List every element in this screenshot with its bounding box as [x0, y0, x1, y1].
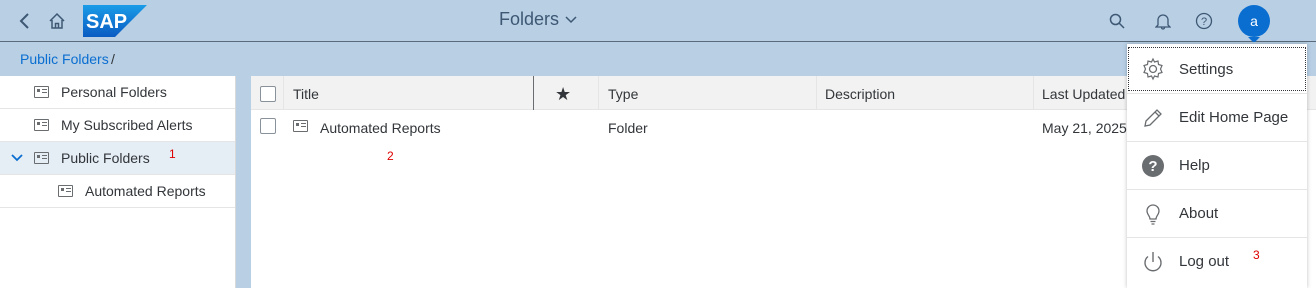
bell-icon	[1155, 14, 1171, 30]
user-avatar[interactable]: a	[1238, 5, 1270, 37]
search-button[interactable]	[1102, 6, 1132, 36]
folder-icon	[34, 152, 49, 164]
avatar-initial: a	[1250, 13, 1258, 29]
folder-icon	[58, 185, 73, 197]
breadcrumb: Public Folders /	[0, 42, 1316, 76]
annotation-2: 2	[387, 149, 394, 163]
svg-text:?: ?	[1201, 16, 1207, 28]
annotation-3: 3	[1253, 248, 1260, 262]
search-icon	[1109, 13, 1125, 29]
folder-icon	[293, 120, 308, 132]
breadcrumb-separator: /	[111, 51, 115, 67]
menu-item-label: Help	[1179, 157, 1210, 174]
tree-item-label: My Subscribed Alerts	[61, 117, 193, 133]
select-all-checkbox[interactable]	[260, 86, 276, 102]
menu-item-label: About	[1179, 205, 1219, 222]
annotation-1: 1	[169, 147, 176, 161]
column-header-last-updated[interactable]: Last Updated	[1042, 86, 1125, 102]
back-button[interactable]	[10, 6, 40, 36]
svg-text:SAP: SAP	[86, 11, 127, 33]
lightbulb-icon	[1146, 203, 1160, 225]
row-type: Folder	[608, 120, 648, 136]
home-icon	[49, 12, 65, 29]
tree-item-subscribed-alerts[interactable]: My Subscribed Alerts	[0, 109, 235, 142]
chevron-down-icon	[565, 15, 577, 23]
menu-item-label: Edit Home Page	[1179, 109, 1289, 126]
pencil-icon	[1144, 108, 1162, 127]
shell-header: SAP Folders ? a	[0, 0, 1316, 43]
row-checkbox[interactable]	[260, 118, 276, 134]
pane-splitter[interactable]	[236, 76, 251, 288]
question-icon: ?	[1195, 12, 1213, 30]
folder-tree: Personal Folders My Subscribed Alerts Pu…	[0, 76, 236, 288]
sap-logo: SAP	[83, 5, 147, 37]
folder-icon	[34, 119, 49, 131]
column-header-title[interactable]: Title	[293, 86, 319, 102]
home-button[interactable]	[42, 6, 72, 36]
tree-item-label: Personal Folders	[61, 84, 167, 100]
menu-item-label: Settings	[1179, 60, 1234, 78]
row-last-updated: May 21, 2025	[1042, 120, 1127, 136]
chevron-down-icon[interactable]	[10, 151, 24, 165]
folder-icon	[34, 86, 49, 98]
row-title[interactable]: Automated Reports	[320, 120, 441, 136]
breadcrumb-link-public-folders[interactable]: Public Folders	[20, 51, 109, 67]
power-icon	[1144, 251, 1162, 271]
menu-item-edit-home-page[interactable]: Edit Home Page	[1127, 93, 1307, 141]
svg-text:?: ?	[1148, 158, 1157, 175]
tree-item-label: Automated Reports	[85, 183, 206, 199]
page-title: Folders	[499, 9, 560, 29]
menu-item-help[interactable]: ? Help	[1127, 141, 1307, 189]
menu-item-settings[interactable]: Settings	[1127, 46, 1307, 92]
column-header-description[interactable]: Description	[825, 86, 895, 102]
tree-item-automated-reports[interactable]: Automated Reports	[0, 175, 235, 208]
menu-item-label: Log out	[1179, 253, 1230, 270]
notifications-button[interactable]	[1148, 6, 1178, 36]
tree-item-personal-folders[interactable]: Personal Folders	[0, 76, 235, 109]
menu-item-log-out[interactable]: Log out 3	[1127, 237, 1307, 285]
column-header-favorite[interactable]: ★	[555, 84, 571, 105]
help-button[interactable]: ?	[1189, 6, 1219, 36]
gear-icon	[1143, 57, 1163, 81]
tree-item-label: Public Folders	[61, 150, 150, 166]
help-icon: ?	[1142, 154, 1164, 177]
user-menu: Settings Edit Home Page ? Help About Log…	[1127, 44, 1307, 288]
tree-item-public-folders[interactable]: Public Folders 1	[0, 142, 235, 175]
column-header-type[interactable]: Type	[608, 86, 638, 102]
shell-title-dropdown[interactable]: Folders	[499, 9, 577, 30]
menu-item-about[interactable]: About	[1127, 189, 1307, 237]
chevron-left-icon	[19, 13, 29, 29]
